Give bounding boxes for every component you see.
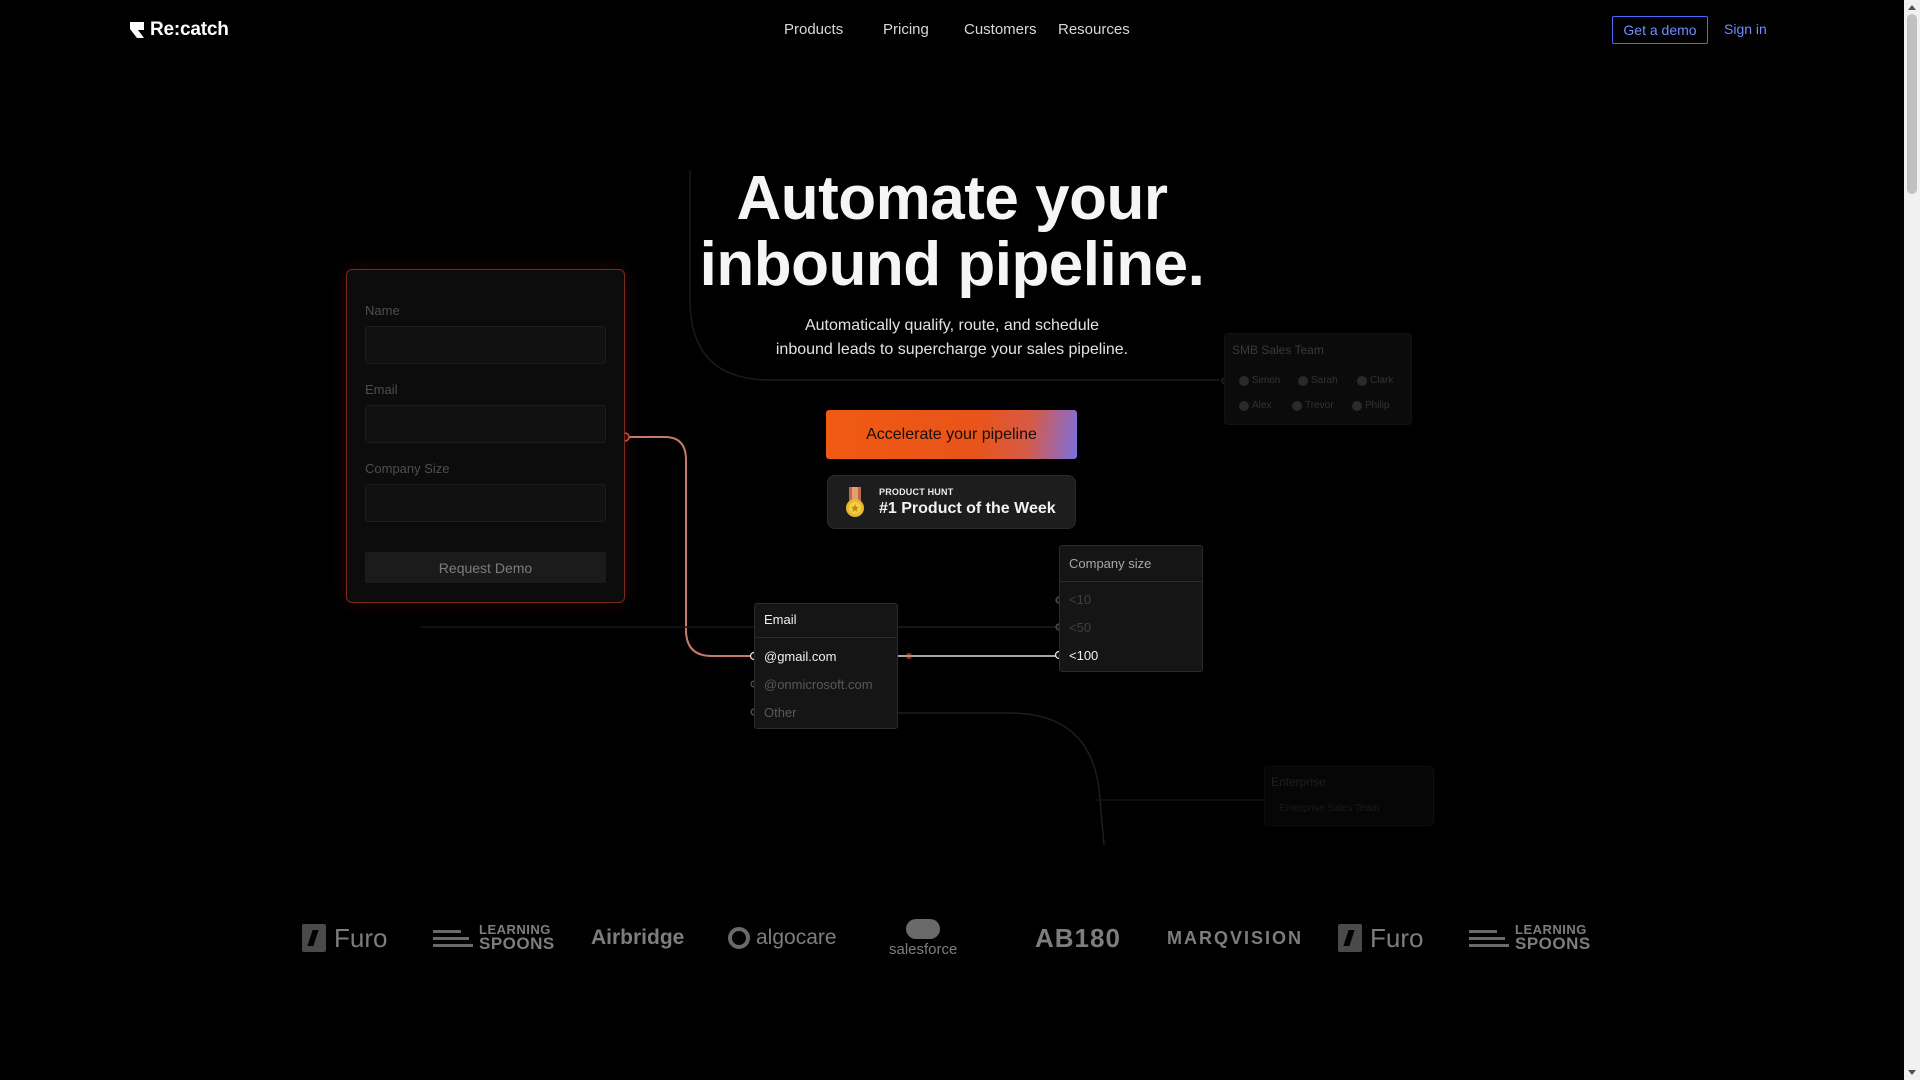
learning-spoons-wordmark: LEARNING SPOONS (479, 923, 555, 953)
badge-title: #1 Product of the Week (879, 500, 1056, 517)
customer-logos: Furo LEARNING SPOONS Airbridge algocare s… (300, 908, 1640, 968)
team-card-title: SMB Sales Team (1232, 343, 1324, 357)
learning-spoons-wordmark: LEARNING SPOONS (1515, 923, 1591, 953)
brand-logo[interactable]: Re:catch (130, 19, 229, 41)
avatar (1239, 375, 1249, 386)
team-member: Philip (1352, 400, 1389, 411)
nav-pricing[interactable]: Pricing (883, 21, 964, 38)
ab180-logo: AB180 (1035, 922, 1121, 953)
email-option-gmail: @gmail.com (764, 649, 837, 664)
email-field[interactable] (365, 405, 606, 443)
avatar (1292, 400, 1302, 411)
algocare-logo: algocare (728, 908, 837, 968)
learning-spoons-icon (433, 929, 473, 947)
hero-title-line1: Automate your (736, 164, 1168, 233)
nav-products[interactable]: Products (784, 21, 883, 38)
enterprise-card-title: Enterprise (1271, 775, 1326, 789)
enterprise-team-card: Enterprise Enterprise Sales Team (1264, 766, 1434, 826)
avatar (1239, 400, 1249, 411)
member-name: Simon (1252, 375, 1281, 386)
medal-icon (846, 487, 864, 517)
avatar (1352, 400, 1362, 411)
size-node-title: Company size (1060, 546, 1202, 582)
furo-icon (302, 924, 326, 952)
learning-spoons-line2: SPOONS (479, 934, 555, 953)
demo-form-card: Name Email Company Size Request Demo (346, 269, 625, 603)
team-member: Trevor (1292, 400, 1334, 411)
smb-sales-team-card: SMB Sales Team Simon Sarah Clark Alex Tr… (1224, 333, 1412, 425)
name-label: Name (365, 303, 400, 318)
scroll-up-arrow-icon[interactable] (1908, 5, 1916, 10)
learning-spoons-line2: SPOONS (1515, 934, 1591, 953)
hero-subtitle: Automatically qualify, route, and schedu… (0, 314, 1904, 362)
page-scrollbar[interactable] (1904, 0, 1920, 1080)
nav-customers[interactable]: Customers (964, 21, 1058, 38)
company-size-label: Company Size (365, 461, 450, 476)
team-member: Clark (1357, 375, 1393, 386)
size-option-lt50: <50 (1069, 620, 1092, 635)
algocare-icon (728, 927, 750, 949)
furo-logo-repeat: Furo (1338, 908, 1423, 968)
get-demo-button[interactable]: Get a demo (1612, 16, 1708, 44)
learning-spoons-logo: LEARNING SPOONS (433, 908, 555, 968)
badge-kicker: PRODUCT HUNT (879, 487, 954, 497)
member-name: Trevor (1305, 400, 1334, 411)
marqvision-logo: MARQVISION (1167, 927, 1304, 948)
member-name: Alex (1252, 400, 1272, 411)
company-size-field[interactable] (365, 484, 606, 522)
avatar (1357, 375, 1367, 386)
furo-wordmark: Furo (1370, 922, 1424, 953)
email-option-onmicrosoft: @onmicrosoft.com (764, 677, 873, 692)
salesforce-logo: salesforce (889, 908, 957, 968)
nav-links: Products Pricing Customers Resources (784, 21, 1130, 38)
scrollbar-thumb[interactable] (1907, 14, 1917, 194)
furo-logo: Furo (302, 908, 387, 968)
recatch-logo-icon (130, 22, 144, 38)
size-option-lt10: <10 (1069, 592, 1092, 607)
team-member: Simon (1239, 375, 1280, 386)
enterprise-card-subtitle: Enterprise Sales Team (1279, 803, 1380, 814)
top-nav: Re:catch Products Pricing Customers Reso… (0, 0, 1904, 60)
learning-spoons-logo-repeat: LEARNING SPOONS (1469, 908, 1591, 968)
name-field[interactable] (365, 326, 606, 364)
request-demo-button[interactable]: Request Demo (365, 552, 606, 583)
hero-title: Automate your inbound pipeline. (0, 166, 1904, 298)
salesforce-cloud-icon (906, 918, 941, 939)
furo-wordmark: Furo (334, 922, 388, 953)
salesforce-wordmark: salesforce (889, 940, 958, 958)
algocare-wordmark: algocare (756, 926, 837, 949)
brand-name: Re:catch (150, 19, 229, 40)
company-size-node: Company size <10 <50 <100 (1059, 545, 1203, 672)
member-name: Philip (1365, 400, 1390, 411)
team-member: Sarah (1298, 375, 1338, 386)
email-label: Email (365, 382, 398, 397)
hero-subtitle-line1: Automatically qualify, route, and schedu… (804, 317, 1100, 334)
team-member: Alex (1239, 400, 1271, 411)
hero-title-line2: inbound pipeline. (699, 230, 1205, 299)
nav-resources[interactable]: Resources (1058, 21, 1130, 38)
hero-subtitle-line2: inbound leads to supercharge your sales … (775, 341, 1129, 358)
sign-in-link[interactable]: Sign in (1724, 21, 1767, 37)
scroll-down-arrow-icon[interactable] (1908, 1070, 1916, 1075)
member-name: Sarah (1311, 375, 1338, 386)
learning-spoons-icon (1469, 929, 1509, 947)
accelerate-pipeline-button[interactable]: Accelerate your pipeline (826, 410, 1077, 459)
avatar (1298, 375, 1308, 386)
member-name: Clark (1370, 375, 1394, 386)
email-routing-node: Email @gmail.com @onmicrosoft.com Other (754, 603, 898, 729)
furo-icon (1338, 924, 1362, 952)
product-hunt-badge[interactable]: PRODUCT HUNT #1 Product of the Week (827, 475, 1076, 529)
size-option-lt100: <100 (1069, 648, 1099, 663)
email-node-title: Email (755, 604, 897, 638)
email-option-other: Other (764, 705, 797, 720)
airbridge-logo: Airbridge (591, 926, 685, 949)
